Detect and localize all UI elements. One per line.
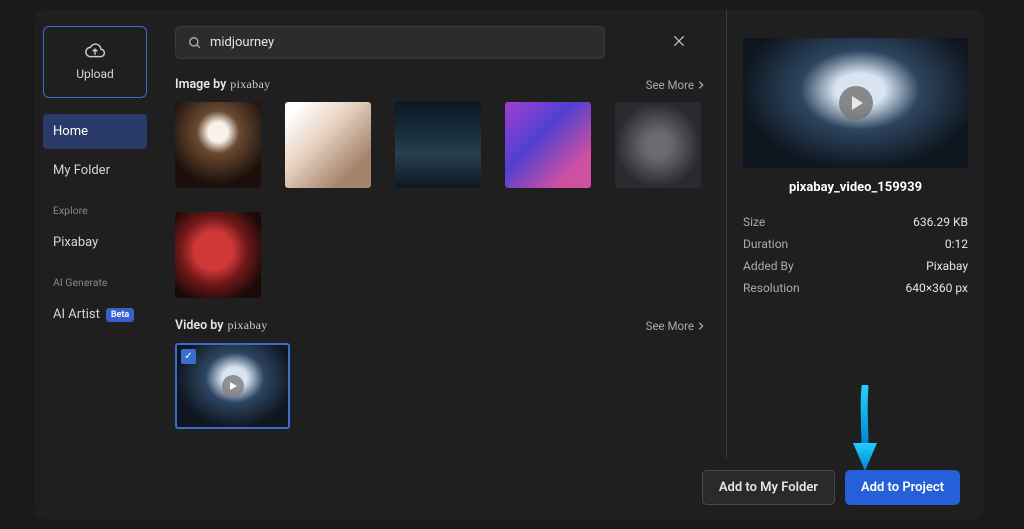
modal-body: Upload Home My Folder Explore Pixabay AI… <box>35 10 984 458</box>
image-thumb[interactable] <box>615 102 701 188</box>
video-section-title: Video by <box>175 318 223 333</box>
meta-duration: Duration 0:12 <box>743 233 968 255</box>
sidebar-item-my-folder[interactable]: My Folder <box>43 153 147 188</box>
video-thumb-selected[interactable]: ✓ <box>175 343 290 429</box>
beta-badge: Beta <box>106 308 134 322</box>
sidebar-item-pixabay[interactable]: Pixabay <box>43 225 147 260</box>
ai-generate-section-label: AI Generate <box>43 264 147 293</box>
image-thumb[interactable] <box>175 212 261 298</box>
image-thumb[interactable] <box>175 102 261 188</box>
main-content: Image by pixabay See More Video by pixab… <box>155 10 726 458</box>
image-thumb[interactable] <box>285 102 371 188</box>
meta-addedby: Added By Pixabay <box>743 255 968 277</box>
image-thumb[interactable] <box>395 102 481 188</box>
preview-pane: pixabay_video_159939 Size 636.29 KB Dura… <box>726 10 984 458</box>
cloud-upload-icon <box>84 43 106 61</box>
image-see-more[interactable]: See More <box>646 78 706 92</box>
media-modal: Upload Home My Folder Explore Pixabay AI… <box>35 10 984 519</box>
video-section-head: Video by pixabay See More <box>175 318 706 333</box>
video-grid: ✓ <box>175 343 706 429</box>
chevron-right-icon <box>696 80 706 90</box>
search-input[interactable] <box>210 35 592 50</box>
preview-title: pixabay_video_159939 <box>743 180 968 195</box>
add-to-project-button[interactable]: Add to Project <box>845 470 960 505</box>
image-thumb[interactable] <box>505 102 591 188</box>
chevron-right-icon <box>696 321 706 331</box>
pixabay-logo: pixabay <box>230 77 270 92</box>
preview-video[interactable] <box>743 38 968 168</box>
add-to-my-folder-button[interactable]: Add to My Folder <box>702 470 835 505</box>
sidebar-item-ai-artist[interactable]: AI Artist Beta <box>43 297 147 332</box>
meta-size: Size 636.29 KB <box>743 211 968 233</box>
pixabay-logo: pixabay <box>227 318 267 333</box>
close-icon <box>672 34 686 48</box>
sidebar-item-home[interactable]: Home <box>43 114 147 149</box>
modal-footer: Add to My Folder Add to Project <box>35 458 984 519</box>
image-section-title: Image by <box>175 77 226 92</box>
meta-resolution: Resolution 640×360 px <box>743 277 968 299</box>
play-icon <box>222 375 244 397</box>
search-icon <box>188 36 202 50</box>
upload-label: Upload <box>76 67 114 81</box>
search-row <box>175 26 706 59</box>
upload-button[interactable]: Upload <box>43 26 147 98</box>
image-section-head: Image by pixabay See More <box>175 77 706 92</box>
check-icon: ✓ <box>181 349 196 364</box>
video-see-more[interactable]: See More <box>646 319 706 333</box>
image-grid <box>175 102 706 298</box>
explore-section-label: Explore <box>43 192 147 221</box>
play-icon <box>839 86 873 120</box>
search-box[interactable] <box>175 26 605 59</box>
ai-artist-label: AI Artist <box>53 307 100 322</box>
close-button[interactable] <box>668 29 706 56</box>
sidebar: Upload Home My Folder Explore Pixabay AI… <box>35 10 155 458</box>
